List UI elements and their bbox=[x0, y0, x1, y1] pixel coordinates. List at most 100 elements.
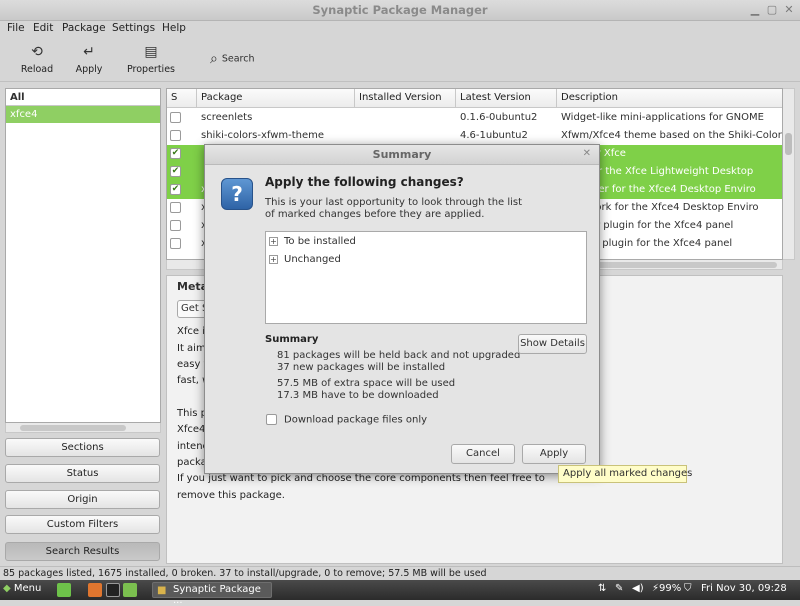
column-installed-version[interactable]: Installed Version bbox=[355, 89, 456, 108]
cell-description: Widget-like mini-applications for GNOME bbox=[561, 112, 764, 123]
column-package[interactable]: Package bbox=[197, 89, 355, 108]
row-checkbox[interactable]: ✔ bbox=[170, 166, 181, 177]
search-results-button[interactable]: Search Results bbox=[5, 542, 160, 561]
tree-node-unchanged[interactable]: + Unchanged bbox=[269, 254, 341, 265]
origin-button[interactable]: Origin bbox=[5, 490, 160, 509]
close-icon[interactable]: ✕ bbox=[782, 3, 796, 16]
filter-list-header: All bbox=[6, 89, 160, 106]
status-button[interactable]: Status bbox=[5, 464, 160, 483]
menu-icon: ◆ bbox=[3, 583, 11, 594]
clock[interactable]: Fri Nov 30, 09:28 bbox=[701, 583, 787, 594]
apply-label: Apply bbox=[75, 64, 103, 75]
start-menu-label: Menu bbox=[13, 583, 42, 594]
apply-toolbar-button[interactable]: ↵ Apply bbox=[72, 43, 106, 75]
expand-icon[interactable]: + bbox=[269, 236, 278, 246]
package-table-scrollbar[interactable] bbox=[783, 88, 795, 260]
battery-indicator[interactable]: ⚡99% bbox=[652, 583, 681, 594]
start-menu-button[interactable]: ◆ Menu bbox=[3, 583, 41, 594]
sections-button[interactable]: Sections bbox=[5, 438, 160, 457]
network-icon[interactable]: ⇅ bbox=[598, 583, 606, 594]
summary-line: 17.3 MB have to be downloaded bbox=[277, 390, 439, 401]
description-line: If you just want to pick and choose the … bbox=[177, 473, 545, 484]
firefox-icon[interactable] bbox=[88, 583, 102, 597]
table-row[interactable]: shiki-colors-xfwm-theme 4.6-1ubuntu2 Xfwm/… bbox=[167, 127, 783, 145]
menu-file[interactable]: File bbox=[7, 22, 25, 34]
filter-item-selected[interactable]: xfce4 bbox=[6, 106, 160, 123]
menu-edit[interactable]: Edit bbox=[33, 22, 53, 34]
changes-tree: + To be installed + Unchanged bbox=[265, 231, 587, 324]
download-only-checkbox[interactable]: Download package files only bbox=[266, 414, 427, 426]
show-desktop-icon[interactable] bbox=[57, 583, 71, 597]
filter-list-scrollbar[interactable] bbox=[5, 423, 161, 433]
row-checkbox[interactable] bbox=[170, 202, 181, 213]
custom-filters-button[interactable]: Custom Filters bbox=[5, 515, 160, 534]
description-line: It aim bbox=[177, 343, 206, 354]
title-bar: Synaptic Package Manager ▁ ▢ ✕ bbox=[0, 0, 800, 21]
apply-tooltip: Apply all marked changes bbox=[558, 465, 692, 483]
dialog-intro: This is your last opportunity to look th… bbox=[265, 197, 535, 221]
row-checkbox[interactable] bbox=[170, 238, 181, 249]
summary-heading: Summary bbox=[265, 334, 319, 345]
cell-description: Xfwm/Xfce4 theme based on the Shiki-Colo… bbox=[561, 130, 783, 141]
cell-package: shiki-colors-xfwm-theme bbox=[201, 130, 325, 141]
row-checkbox[interactable] bbox=[170, 112, 181, 123]
cell-latest: 4.6-1ubuntu2 bbox=[460, 130, 528, 141]
battery-level: 99% bbox=[659, 583, 682, 594]
tree-node-to-be-installed[interactable]: + To be installed bbox=[269, 236, 356, 247]
taskbar: ◆ Menu ■ Synaptic Package ... ⇅ ✎ ◀) ⚡99%… bbox=[0, 580, 800, 606]
summary-line: 57.5 MB of extra space will be used bbox=[277, 378, 456, 389]
properties-button[interactable]: ▤ Properties bbox=[126, 43, 176, 75]
maximize-icon[interactable]: ▢ bbox=[765, 3, 779, 16]
dialog-heading: Apply the following changes? bbox=[265, 175, 464, 189]
tree-node-label: Unchanged bbox=[284, 254, 341, 265]
table-row[interactable]: screenlets 0.1.6-0ubuntu2 Widget-like mini… bbox=[167, 109, 782, 127]
row-checkbox[interactable]: ✔ bbox=[170, 148, 181, 159]
terminal-icon[interactable] bbox=[106, 583, 120, 597]
shield-icon[interactable]: ⛉ bbox=[684, 583, 692, 594]
show-details-button[interactable]: Show Details bbox=[518, 334, 587, 354]
search-label: Search bbox=[221, 53, 255, 65]
row-checkbox[interactable] bbox=[170, 130, 181, 141]
apply-button[interactable]: Apply bbox=[522, 444, 586, 464]
synaptic-task-icon: ■ bbox=[157, 585, 167, 596]
column-description[interactable]: Description bbox=[557, 89, 782, 108]
cell-package: screenlets bbox=[201, 112, 253, 123]
menu-package[interactable]: Package bbox=[62, 22, 106, 34]
reload-label: Reload bbox=[20, 64, 54, 75]
menu-help[interactable]: Help bbox=[162, 22, 186, 34]
description-line: easy t bbox=[177, 359, 208, 370]
taskbar-task-label: Synaptic Package ... bbox=[173, 584, 261, 606]
column-status[interactable]: S bbox=[167, 89, 197, 108]
search-icon: ⌕ bbox=[210, 51, 218, 67]
dialog-title-bar: Summary ✕ bbox=[205, 145, 599, 165]
toolbar: ⟲ Reload ↵ Apply ▤ Properties ⌕ Search bbox=[0, 37, 800, 82]
reload-button[interactable]: ⟲ Reload bbox=[18, 43, 56, 75]
description-line: This p bbox=[177, 408, 207, 419]
column-latest-version[interactable]: Latest Version bbox=[456, 89, 557, 108]
window-title: Synaptic Package Manager bbox=[312, 3, 488, 17]
properties-label: Properties bbox=[126, 64, 175, 75]
cell-latest: 0.1.6-0ubuntu2 bbox=[460, 112, 538, 123]
expand-icon[interactable]: + bbox=[269, 254, 278, 264]
menubar: File Edit Package Settings Help bbox=[0, 21, 800, 37]
apply-icon: ↵ bbox=[83, 44, 95, 60]
properties-icon: ▤ bbox=[144, 44, 158, 60]
download-only-label: Download package files only bbox=[284, 414, 428, 426]
description-line: packa bbox=[177, 457, 207, 468]
files-icon[interactable] bbox=[123, 583, 137, 597]
row-checkbox[interactable]: ✔ bbox=[170, 184, 181, 195]
summary-line: 81 packages will be held back and not up… bbox=[277, 350, 521, 361]
menu-settings[interactable]: Settings bbox=[112, 22, 155, 34]
summary-dialog: Summary ✕ ? Apply the following changes?… bbox=[204, 144, 600, 474]
search-button[interactable]: ⌕ Search bbox=[210, 51, 254, 67]
cancel-button[interactable]: Cancel bbox=[451, 444, 515, 464]
status-bar: 85 packages listed, 1675 installed, 0 br… bbox=[0, 566, 800, 580]
row-checkbox[interactable] bbox=[170, 220, 181, 231]
tree-node-label: To be installed bbox=[284, 236, 356, 247]
checkbox-box[interactable] bbox=[266, 414, 277, 425]
taskbar-task-synaptic[interactable]: ■ Synaptic Package ... bbox=[152, 582, 272, 606]
volume-icon[interactable]: ◀) bbox=[632, 583, 644, 594]
minimize-icon[interactable]: ▁ bbox=[748, 3, 762, 16]
edit-icon[interactable]: ✎ bbox=[615, 583, 623, 594]
dialog-close-icon[interactable]: ✕ bbox=[583, 148, 591, 159]
